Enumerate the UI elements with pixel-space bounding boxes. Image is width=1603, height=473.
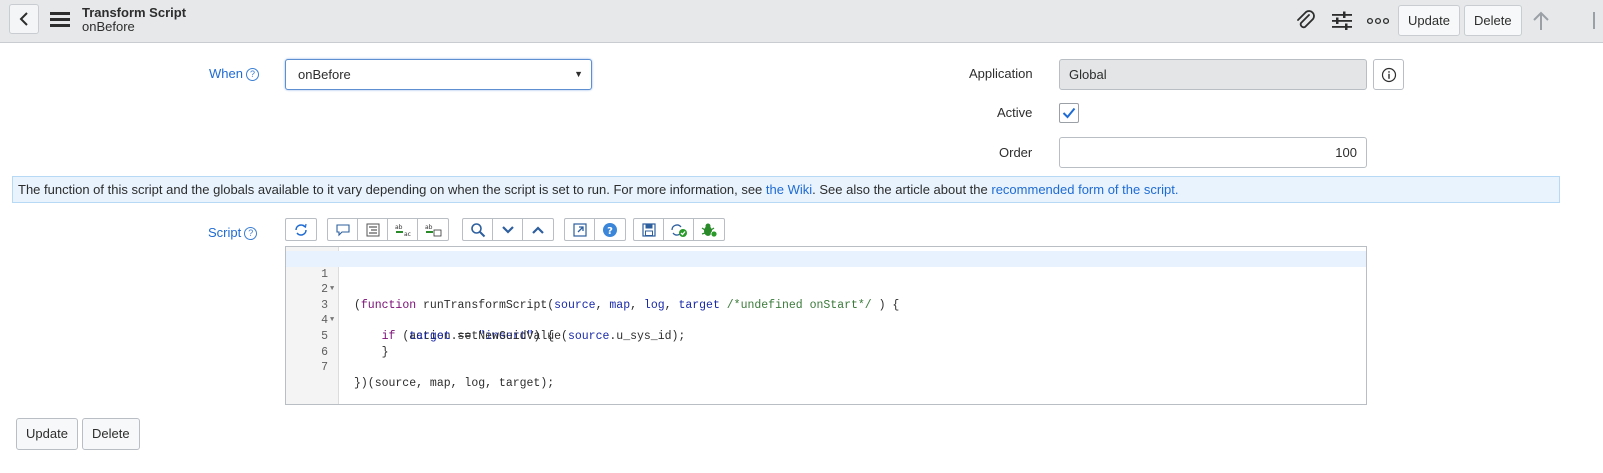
script-label: Script?: [208, 225, 258, 241]
toolbar-group-format: ab ac ab: [327, 218, 449, 241]
active-checkbox[interactable]: [1059, 103, 1079, 123]
previous-record-button[interactable]: [1529, 9, 1553, 33]
line-number: 7: [321, 361, 328, 375]
back-button[interactable]: [9, 4, 39, 34]
when-label-text: When: [209, 66, 243, 81]
header-update-button[interactable]: Update: [1398, 5, 1460, 36]
ellipsis-icon: [1367, 17, 1389, 25]
application-label: Application: [969, 66, 1033, 81]
hamburger-menu-icon: [50, 12, 70, 27]
toolbar-group-search: [462, 218, 554, 241]
code-line: 1 ▼ (function runTransformScript(source,…: [286, 251, 1366, 312]
order-input[interactable]: 100: [1059, 137, 1367, 168]
replace-button[interactable]: ab ac: [388, 219, 418, 240]
active-label: Active: [997, 105, 1033, 120]
save-button[interactable]: [634, 219, 664, 240]
banner-text-1: The function of this script and the glob…: [18, 182, 766, 197]
syntax-toggle-icon: [295, 223, 307, 236]
toolbar-group-view: ?: [564, 218, 626, 241]
record-type-title: Transform Script: [82, 5, 187, 20]
record-display-value: onBefore: [82, 19, 135, 34]
paperclip-icon: [1297, 10, 1315, 29]
banner-text-2: . See also the article about the: [812, 182, 992, 197]
toggle-syntax-editor-button[interactable]: [286, 219, 316, 240]
order-label: Order: [999, 145, 1033, 160]
find-previous-button[interactable]: [523, 219, 553, 240]
personalize-form-button[interactable]: [1330, 9, 1354, 33]
when-select-value: onBefore: [298, 67, 351, 82]
checkmark-icon: [1062, 107, 1076, 119]
recommended-form-link[interactable]: recommended form of the script.: [991, 182, 1178, 197]
code-line: 3 ▼ if (action == "insert") {: [286, 282, 1366, 343]
toggle-syntax-checking-button[interactable]: [664, 219, 694, 240]
replace-all-button[interactable]: ab: [418, 219, 448, 240]
next-record-button[interactable]: [1585, 9, 1603, 33]
code-line: 4 target.setNewGuidValue(source.u_sys_id…: [286, 298, 1366, 343]
attachment-button[interactable]: [1294, 9, 1318, 33]
application-field: Global: [1059, 59, 1367, 90]
syntax-check-icon: [670, 223, 687, 237]
application-info-button[interactable]: [1373, 59, 1404, 90]
svg-text:ac: ac: [404, 231, 411, 237]
expand-icon: [572, 222, 587, 237]
when-label: When?: [209, 66, 259, 82]
search-button[interactable]: [463, 219, 493, 240]
info-banner: The function of this script and the glob…: [12, 176, 1560, 203]
arrow-down-icon: [1593, 12, 1595, 29]
debug-script-button[interactable]: [694, 219, 724, 240]
help-icon[interactable]: ?: [244, 227, 258, 241]
svg-text:?: ?: [607, 226, 613, 237]
svg-text:ab: ab: [395, 224, 403, 231]
form-header: Transform Script onBefore Update Delete: [0, 0, 1603, 43]
svg-text:ab: ab: [425, 224, 433, 231]
format-code-icon: [366, 223, 379, 236]
context-menu-button[interactable]: [50, 10, 72, 30]
bug-icon: [701, 223, 718, 237]
wiki-link[interactable]: the Wiki: [766, 182, 812, 197]
toolbar-group-syntax: [285, 218, 317, 241]
code-line: 2: [286, 267, 1366, 296]
script-editor[interactable]: 1 ▼ (function runTransformScript(source,…: [285, 246, 1367, 405]
replace-all-icon: ab: [425, 224, 442, 236]
arrow-up-icon: [1533, 11, 1549, 30]
chevron-left-icon: [19, 12, 28, 26]
format-code-button[interactable]: [358, 219, 388, 240]
code-line: 5 }: [286, 313, 1366, 359]
code-text: })(source, map, log, target);: [354, 376, 555, 390]
code-line: 7 })(source, map, log, target);: [286, 345, 1366, 390]
toolbar-group-debug: [633, 218, 725, 241]
dropdown-arrow-icon: ▼: [574, 69, 583, 79]
help-circle-icon: ?: [603, 222, 617, 237]
when-select[interactable]: onBefore ▼: [285, 59, 592, 90]
info-icon: [1381, 67, 1396, 82]
more-options-button[interactable]: [1366, 9, 1390, 33]
search-icon: [470, 222, 485, 237]
help-icon[interactable]: ?: [245, 68, 259, 82]
script-label-text: Script: [208, 225, 242, 240]
chevron-down-icon: [501, 225, 514, 234]
footer-update-button[interactable]: Update: [16, 418, 78, 450]
chevron-up-icon: [532, 225, 544, 234]
replace-icon: abac: [395, 224, 411, 237]
footer-delete-button[interactable]: Delete: [82, 418, 140, 450]
fullscreen-button[interactable]: [565, 219, 595, 240]
script-help-button[interactable]: ?: [595, 219, 625, 240]
sliders-icon: [1332, 11, 1352, 30]
header-delete-button[interactable]: Delete: [1464, 5, 1522, 36]
comment-icon: [335, 223, 350, 236]
code-line: 6: [286, 329, 1366, 359]
comment-selected-button[interactable]: [328, 219, 358, 240]
save-icon: [641, 222, 656, 237]
find-next-button[interactable]: [493, 219, 523, 240]
